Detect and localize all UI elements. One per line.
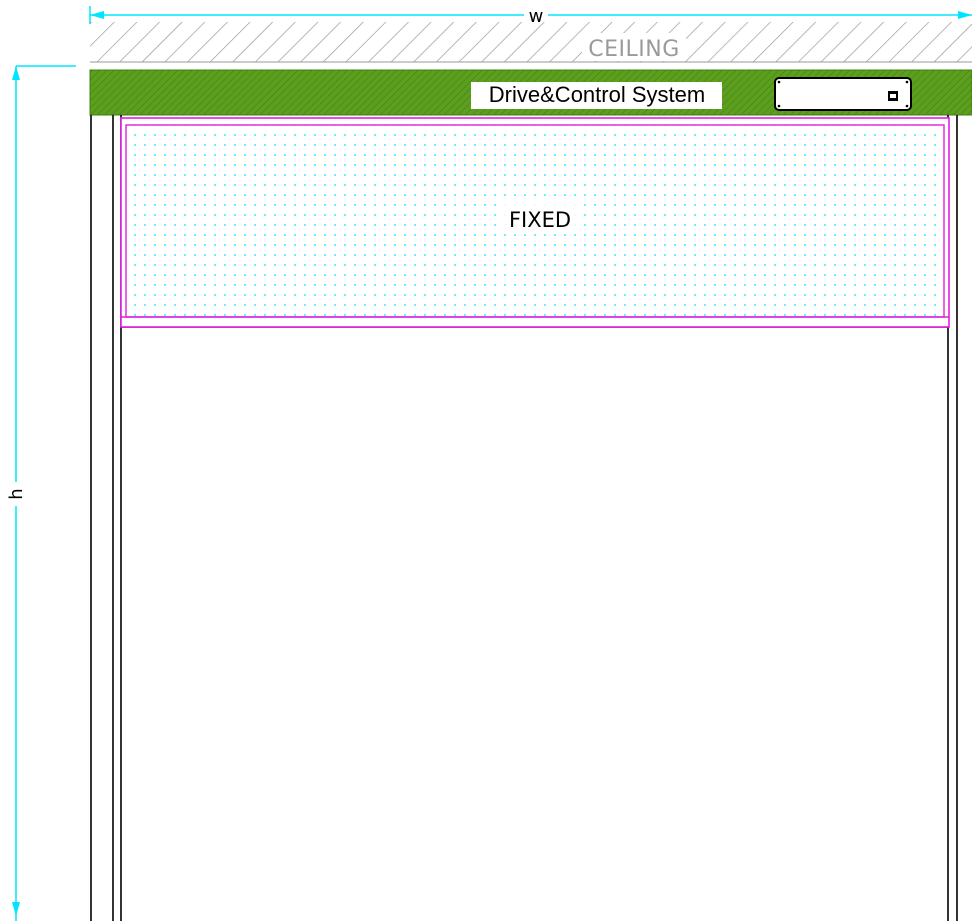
ceiling: CEILING: [90, 22, 972, 63]
plug-icon: [888, 91, 898, 101]
arrowhead-top-icon: [12, 66, 20, 80]
header-beam: Drive&Control System: [89, 69, 972, 116]
height-dimension: h: [6, 65, 76, 921]
ceiling-hatch: [90, 22, 972, 62]
arrowhead-left-icon: [90, 11, 104, 19]
arrowhead-bottom-icon: [12, 902, 20, 916]
ceiling-label: CEILING: [588, 37, 680, 62]
door-elevation-drawing: w CEILING h Drive&Control System FIXED: [6, 5, 972, 921]
control-box-icon: [774, 77, 912, 111]
fixed-panel: FIXED: [120, 117, 950, 328]
fixed-label: FIXED: [509, 208, 571, 232]
arrowhead-right-icon: [958, 11, 972, 19]
drive-control-label: Drive&Control System: [489, 82, 705, 107]
height-label: h: [6, 488, 27, 499]
